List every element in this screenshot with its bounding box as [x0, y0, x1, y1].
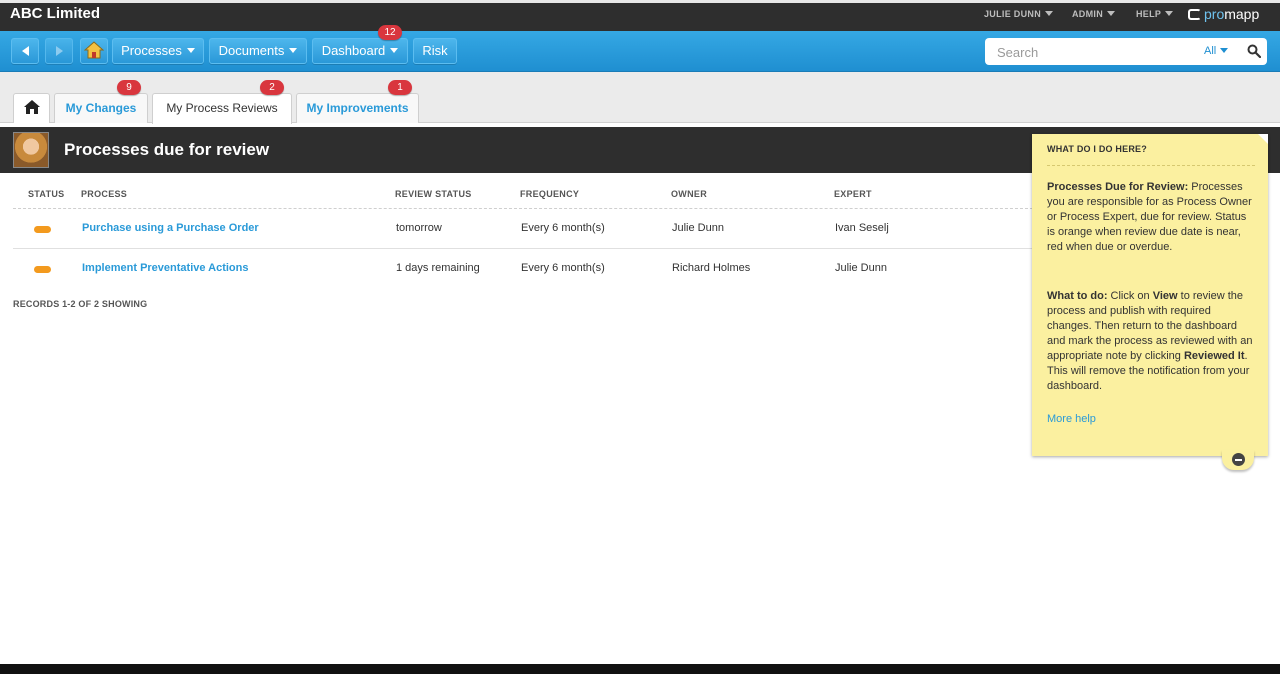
process-link[interactable]: Purchase using a Purchase Order — [82, 222, 259, 234]
help-paragraph-review: Processes Due for Review: Processes you … — [1047, 181, 1252, 253]
chevron-down-icon — [1165, 11, 1174, 16]
home-icon — [23, 100, 40, 114]
user-menu-julie-dunn[interactable]: JULIE DUNN — [984, 9, 1054, 19]
user-menu-admin[interactable]: ADMIN — [1072, 9, 1115, 19]
column-header-expert: EXPERT — [834, 189, 872, 199]
owner-cell: Julie Dunn — [672, 222, 724, 234]
help-panel: WHAT DO I DO HERE? Processes Due for Rev… — [1032, 134, 1268, 456]
expert-cell: Julie Dunn — [835, 262, 887, 274]
review-status-cell: 1 days remaining — [396, 262, 480, 274]
search-input[interactable] — [995, 42, 1189, 62]
tab-my-process-reviews[interactable]: My Process Reviews — [152, 93, 292, 124]
processes-label: Processes — [121, 43, 182, 58]
back-button[interactable] — [11, 38, 39, 64]
help-title: WHAT DO I DO HERE? — [1047, 144, 1147, 154]
dashboard-notification-badge: 12 — [378, 25, 402, 40]
dashboard-label: Dashboard — [321, 43, 386, 58]
search-scope-label: All — [1204, 45, 1217, 57]
chevron-down-icon — [186, 48, 195, 53]
tab-my-improvements[interactable]: My Improvements — [296, 93, 419, 123]
column-header-frequency: FREQUENCY — [520, 189, 580, 199]
my-improvements-badge: 1 — [388, 80, 412, 95]
chevron-down-icon — [1220, 48, 1229, 53]
minus-circle-icon[interactable] — [1232, 453, 1245, 466]
home-button[interactable] — [80, 38, 108, 64]
help-divider — [1047, 165, 1255, 166]
documents-label: Documents — [218, 43, 285, 58]
frequency-cell: Every 6 month(s) — [521, 262, 605, 274]
promapp-logo: promapp — [1188, 6, 1259, 22]
risk-button[interactable]: Risk — [413, 38, 457, 64]
review-status-cell: tomorrow — [396, 222, 442, 234]
column-header-owner: OWNER — [671, 189, 707, 199]
user-menu-label: JULIE DUNN — [984, 9, 1042, 19]
chevron-down-icon — [289, 48, 298, 53]
app-title: ABC Limited — [10, 5, 100, 22]
tab-home[interactable] — [13, 93, 50, 123]
expert-cell: Ivan Seselj — [835, 222, 889, 234]
status-indicator-orange — [34, 226, 51, 233]
home-icon — [83, 41, 105, 59]
dashboard-menu[interactable]: Dashboard — [312, 38, 408, 64]
column-header-process: PROCESS — [81, 189, 128, 199]
column-header-status: STATUS — [28, 189, 65, 199]
chevron-down-icon — [1045, 11, 1054, 16]
bottom-bar — [0, 664, 1280, 674]
arrow-right-icon — [55, 46, 63, 56]
avatar — [13, 132, 49, 168]
my-changes-badge: 9 — [117, 80, 141, 95]
status-indicator-orange — [34, 266, 51, 273]
tab-my-changes[interactable]: My Changes — [54, 93, 148, 123]
search-icon[interactable] — [1247, 44, 1261, 58]
arrow-left-icon — [21, 46, 29, 56]
user-menu-label: ADMIN — [1072, 9, 1103, 19]
forward-button[interactable] — [45, 38, 73, 64]
user-menu-label: HELP — [1136, 9, 1162, 19]
owner-cell: Richard Holmes — [672, 262, 751, 274]
page-fold-corner — [1258, 134, 1268, 144]
user-menu-help[interactable]: HELP — [1136, 9, 1174, 19]
search-scope-dropdown[interactable]: All — [1204, 45, 1229, 57]
page-title: Processes due for review — [64, 140, 270, 159]
column-header-review-status: REVIEW STATUS — [395, 189, 472, 199]
processes-menu[interactable]: Processes — [112, 38, 204, 64]
documents-menu[interactable]: Documents — [209, 38, 307, 64]
frequency-cell: Every 6 month(s) — [521, 222, 605, 234]
search-box: All — [985, 38, 1267, 65]
my-process-reviews-badge: 2 — [260, 80, 284, 95]
chevron-down-icon — [390, 48, 399, 53]
records-count: RECORDS 1-2 OF 2 SHOWING — [13, 299, 148, 309]
help-paragraph-what-to-do: What to do: Click on View to review the … — [1047, 290, 1253, 392]
process-link[interactable]: Implement Preventative Actions — [82, 262, 248, 274]
more-help-link[interactable]: More help — [1047, 413, 1096, 425]
logo-icon — [1188, 9, 1201, 20]
chevron-down-icon — [1107, 11, 1115, 16]
